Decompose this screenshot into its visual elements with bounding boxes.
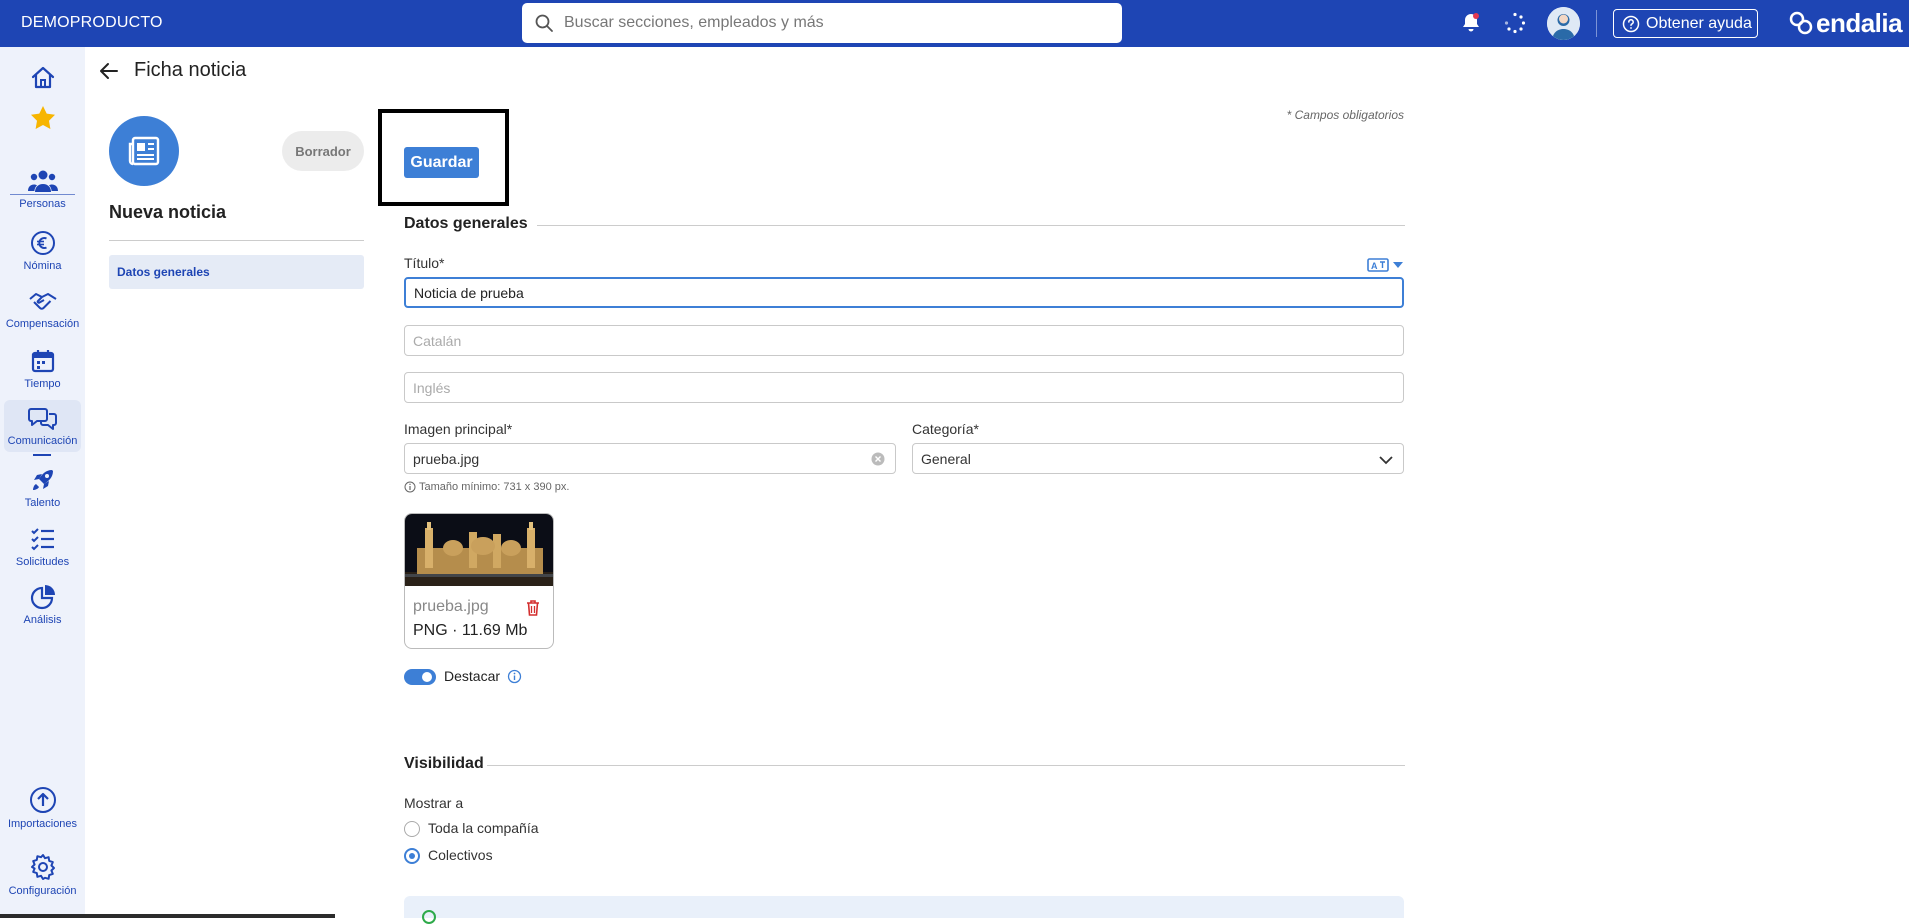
required-fields-note: * Campos obligatorios	[1286, 108, 1404, 122]
show-to-label: Mostrar a	[404, 795, 464, 811]
status-badge: Borrador	[282, 131, 364, 171]
help-circle-icon	[1622, 15, 1640, 32]
sidebar-item-importaciones[interactable]: Importaciones	[4, 786, 81, 830]
sidebar-item-favorites[interactable]	[4, 104, 81, 136]
sidebar-item-nomina[interactable]: Nómina	[4, 230, 81, 272]
back-arrow-icon[interactable]	[98, 60, 120, 82]
category-select[interactable]: General	[912, 443, 1404, 474]
title-field[interactable]	[404, 277, 1404, 308]
radio-whole-company-label: Toda la compañía	[428, 820, 539, 836]
euro-icon	[30, 231, 55, 255]
main-sidebar: Personas Nómina Compensación Tiempo Comu…	[0, 47, 85, 918]
search-icon	[535, 14, 553, 32]
endalia-logo-text: endalia	[1816, 7, 1903, 38]
sidebar-item-personas[interactable]: Personas	[4, 168, 81, 210]
top-bar: DEMOPRODUCTO Buscar secciones, empleados…	[0, 0, 1909, 47]
highlight-toggle[interactable]	[404, 669, 436, 685]
loading-spinner-icon	[1504, 12, 1526, 34]
chevron-down-icon	[1379, 456, 1393, 465]
clear-image-icon[interactable]	[871, 452, 885, 466]
sidebar-item-label: Talento	[24, 497, 61, 509]
sidebar-item-talento[interactable]: Talento	[4, 467, 81, 509]
newspaper-icon	[128, 136, 160, 166]
pie-chart-icon	[30, 585, 55, 610]
image-preview-card: prueba.jpg PNG · 11.69 Mb	[404, 513, 554, 649]
people-icon	[27, 170, 58, 192]
sidebar-item-label: Comunicación	[7, 435, 78, 447]
topbar-divider	[1596, 10, 1597, 37]
search-box[interactable]	[522, 3, 1122, 43]
radio-whole-company[interactable]	[404, 821, 420, 837]
handshake-icon	[28, 293, 57, 310]
sidebar-item-label: Importaciones	[7, 818, 78, 830]
section-divider	[537, 225, 1405, 226]
sidebar-item-label: Solicitudes	[15, 556, 70, 568]
image-size-hint: Tamaño mínimo: 731 x 390 px.	[404, 481, 569, 493]
news-name: Nueva noticia	[109, 202, 227, 222]
sidebar-item-label: Personas	[19, 198, 66, 210]
image-thumbnail[interactable]	[405, 514, 554, 586]
svg-text:A: A	[1371, 261, 1378, 271]
home-icon	[31, 66, 54, 89]
category-value: General	[921, 450, 971, 467]
endalia-logo: endalia	[1788, 7, 1903, 38]
section-divider	[487, 765, 1405, 766]
search-input[interactable]	[564, 14, 1084, 32]
success-circle-icon	[422, 910, 436, 924]
rocket-icon	[32, 470, 53, 490]
sidebar-item-configuracion[interactable]: Configuración	[4, 853, 81, 897]
company-name[interactable]: DEMOPRODUCTO	[21, 14, 163, 32]
main-image-field[interactable]: prueba.jpg	[404, 443, 896, 474]
translate-icon[interactable]: A	[1367, 258, 1405, 272]
sidebar-item-label: Configuración	[8, 885, 77, 897]
category-label: Categoría*	[912, 421, 979, 437]
section-title-visibility: Visibilidad	[404, 755, 484, 772]
image-size-hint-text: Tamaño mínimo: 731 x 390 px.	[419, 481, 570, 493]
main-image-label: Imagen principal*	[404, 421, 513, 437]
left-panel-divider	[109, 240, 364, 241]
title-english-field[interactable]	[404, 372, 1404, 403]
toggle-knob	[422, 672, 432, 682]
notifications-bell-icon[interactable]	[1459, 11, 1483, 35]
save-button[interactable]: Guardar	[404, 147, 479, 178]
radio-groups-label: Colectivos	[428, 847, 493, 863]
sidebar-item-comunicacion[interactable]: Comunicación	[4, 400, 81, 456]
main-image-value: prueba.jpg	[413, 450, 480, 467]
upload-icon	[29, 787, 56, 813]
image-file-meta: PNG · 11.69 Mb	[413, 622, 528, 639]
sidebar-item-compensacion[interactable]: Compensación	[4, 290, 81, 330]
sidebar-item-label: Análisis	[23, 614, 62, 626]
left-nav-item-datos-generales[interactable]: Datos generales	[109, 255, 364, 289]
bottom-strip	[0, 914, 335, 918]
user-avatar-image	[1547, 7, 1580, 40]
get-help-button[interactable]: Obtener ayuda	[1613, 9, 1758, 38]
title-label: Título*	[404, 255, 445, 271]
image-file-name: prueba.jpg	[413, 598, 489, 615]
user-avatar[interactable]	[1547, 7, 1580, 40]
gear-icon	[30, 854, 55, 880]
star-icon	[30, 106, 55, 129]
sidebar-item-home[interactable]	[4, 64, 81, 96]
highlight-label: Destacar	[444, 668, 501, 684]
sidebar-item-label: Compensación	[5, 318, 80, 330]
calendar-icon	[31, 350, 54, 373]
info-small-icon	[404, 481, 416, 493]
sidebar-item-label: Nómina	[23, 260, 62, 272]
radio-groups[interactable]	[404, 848, 420, 864]
info-panel	[404, 896, 1404, 924]
sidebar-item-analisis[interactable]: Análisis	[4, 584, 81, 626]
endalia-logo-icon	[1789, 11, 1813, 35]
section-title-general: Datos generales	[404, 215, 528, 232]
sidebar-item-tiempo[interactable]: Tiempo	[4, 348, 81, 390]
info-icon[interactable]	[507, 669, 522, 684]
sidebar-item-label: Tiempo	[24, 378, 61, 390]
get-help-label: Obtener ayuda	[1646, 14, 1752, 32]
page-title: Ficha noticia	[134, 59, 247, 81]
chat-icon	[27, 408, 57, 430]
title-catalan-field[interactable]	[404, 325, 1404, 356]
news-avatar	[109, 116, 179, 186]
checklist-icon	[30, 528, 54, 551]
trash-icon[interactable]	[525, 599, 541, 617]
sidebar-item-solicitudes[interactable]: Solicitudes	[4, 526, 81, 568]
